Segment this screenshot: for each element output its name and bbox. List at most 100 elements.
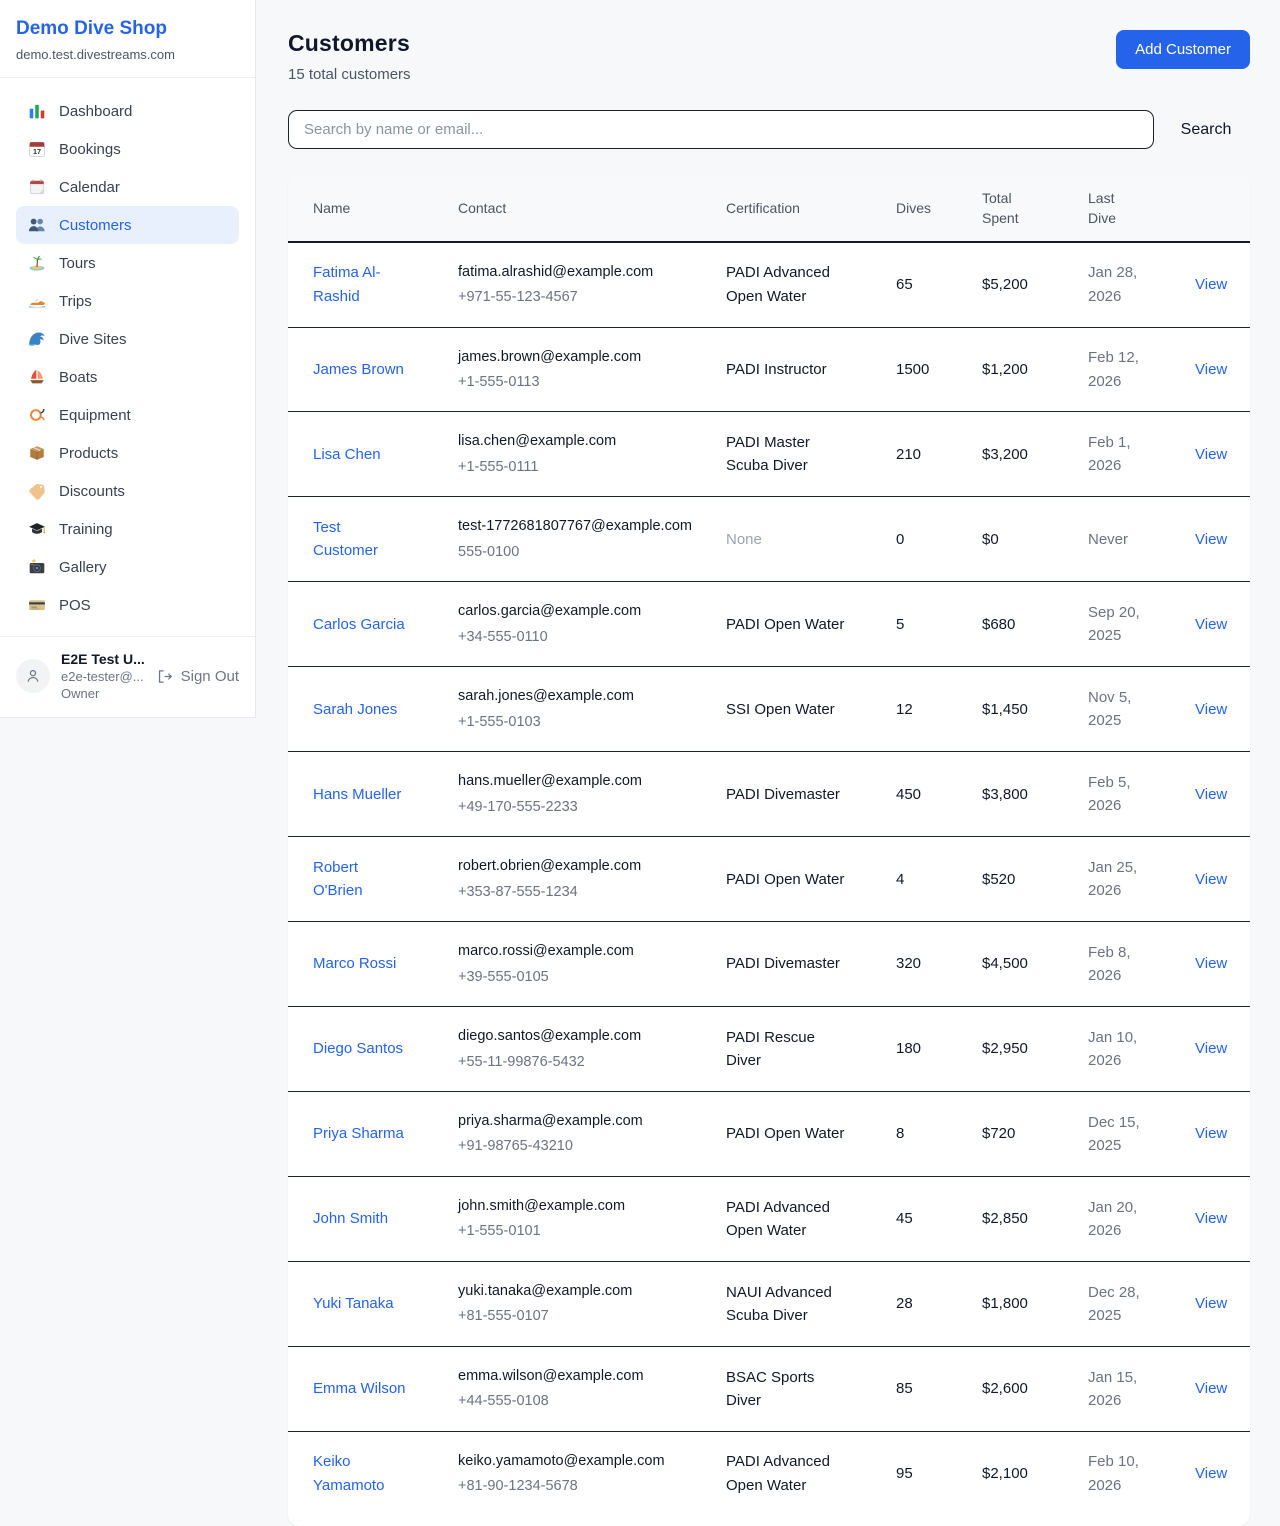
user-info: E2E Test U... e2e-tester@... Owner	[61, 651, 145, 701]
sidebar-item-label: Calendar	[59, 179, 120, 196]
customer-name-link[interactable]: Marco Rossi	[313, 952, 396, 975]
customer-name-link[interactable]: Keiko Yamamoto	[313, 1450, 407, 1497]
customer-name-link[interactable]: Robert O'Brien	[313, 856, 407, 903]
customer-certification: PADI Open Water	[726, 868, 844, 891]
calendar-date-icon: 17	[28, 140, 46, 158]
sidebar-item-products[interactable]: Products	[16, 434, 239, 472]
sidebar-item-pos[interactable]: POS	[16, 586, 239, 624]
customer-last-dive: Jan 25, 2026	[1088, 856, 1146, 903]
customer-dives: 65	[896, 276, 913, 293]
customer-name-link[interactable]: James Brown	[313, 358, 404, 381]
customer-name-link[interactable]: Yuki Tanaka	[313, 1292, 394, 1315]
customer-row: Carlos Garcia carlos.garcia@example.com …	[288, 582, 1250, 667]
customer-row: Marco Rossi marco.rossi@example.com +39-…	[288, 922, 1250, 1007]
customer-email: john.smith@example.com	[458, 1195, 694, 1217]
customer-name-link[interactable]: Sarah Jones	[313, 698, 397, 721]
customer-name-link[interactable]: Carlos Garcia	[313, 613, 405, 636]
sidebar-item-customers[interactable]: Customers	[16, 206, 239, 244]
view-customer-link[interactable]: View	[1195, 361, 1227, 378]
sidebar-item-tours[interactable]: Tours	[16, 244, 239, 282]
view-customer-link[interactable]: View	[1195, 955, 1227, 972]
customer-dives: 450	[896, 786, 921, 803]
table-header-row: Name Contact Certification Dives Total S…	[288, 176, 1250, 242]
sidebar-item-training[interactable]: Training	[16, 510, 239, 548]
customer-last-dive: Feb 10, 2026	[1088, 1450, 1146, 1497]
search-input[interactable]	[288, 110, 1154, 149]
customer-dives: 0	[896, 531, 904, 548]
view-customer-link[interactable]: View	[1195, 531, 1227, 548]
sign-out-button[interactable]: Sign Out	[156, 668, 239, 685]
customer-dives: 8	[896, 1125, 904, 1142]
customer-certification: None	[726, 528, 762, 551]
customer-name-link[interactable]: Diego Santos	[313, 1037, 403, 1060]
view-customer-link[interactable]: View	[1195, 446, 1227, 463]
view-customer-link[interactable]: View	[1195, 871, 1227, 888]
customer-certification: PADI Instructor	[726, 358, 827, 381]
column-header-dives: Dives	[871, 176, 957, 242]
sidebar-item-label: Products	[59, 445, 118, 462]
sidebar-item-equipment[interactable]: Equipment	[16, 396, 239, 434]
view-customer-link[interactable]: View	[1195, 616, 1227, 633]
customer-name-link[interactable]: Lisa Chen	[313, 443, 381, 466]
sidebar-item-discounts[interactable]: Discounts	[16, 472, 239, 510]
customer-email: marco.rossi@example.com	[458, 940, 694, 962]
customer-row: Fatima Al-Rashid fatima.alrashid@example…	[288, 242, 1250, 327]
tag-icon	[28, 482, 46, 500]
customer-dives: 1500	[896, 361, 929, 378]
sidebar-item-dashboard[interactable]: Dashboard	[16, 92, 239, 130]
view-customer-link[interactable]: View	[1195, 1380, 1227, 1397]
customer-certification: PADI Open Water	[726, 613, 844, 636]
sidebar-item-gallery[interactable]: Gallery	[16, 548, 239, 586]
customer-total-spent: $2,950	[982, 1040, 1028, 1057]
sidebar-item-label: Discounts	[59, 483, 125, 500]
customer-email: keiko.yamamoto@example.com	[458, 1450, 694, 1472]
customer-total-spent: $520	[982, 871, 1015, 888]
customer-phone: +44-555-0108	[458, 1390, 701, 1412]
view-customer-link[interactable]: View	[1195, 276, 1227, 293]
customer-total-spent: $4,500	[982, 955, 1028, 972]
customer-dives: 45	[896, 1210, 913, 1227]
customer-phone: +55-11-99876-5432	[458, 1051, 701, 1073]
customer-dives: 95	[896, 1465, 913, 1482]
customer-name-link[interactable]: Emma Wilson	[313, 1377, 406, 1400]
view-customer-link[interactable]: View	[1195, 786, 1227, 803]
customer-name-link[interactable]: John Smith	[313, 1207, 388, 1230]
view-customer-link[interactable]: View	[1195, 1295, 1227, 1312]
sidebar-item-trips[interactable]: Trips	[16, 282, 239, 320]
sidebar-item-label: Bookings	[59, 141, 121, 158]
view-customer-link[interactable]: View	[1195, 1465, 1227, 1482]
sidebar-item-bookings[interactable]: 17 Bookings	[16, 130, 239, 168]
customer-row: John Smith john.smith@example.com +1-555…	[288, 1176, 1250, 1261]
customer-name-link[interactable]: Priya Sharma	[313, 1122, 404, 1145]
customer-name-link[interactable]: Test Customer	[313, 516, 407, 563]
customer-last-dive: Sep 20, 2025	[1088, 601, 1146, 648]
customer-certification: PADI Divemaster	[726, 952, 840, 975]
customer-email: emma.wilson@example.com	[458, 1365, 694, 1387]
speedboat-icon	[28, 292, 46, 310]
view-customer-link[interactable]: View	[1195, 1210, 1227, 1227]
sidebar-item-dive-sites[interactable]: Dive Sites	[16, 320, 239, 358]
sign-out-label: Sign Out	[181, 668, 239, 685]
customer-certification: PADI Rescue Diver	[726, 1026, 848, 1073]
sidebar-item-label: Equipment	[59, 407, 131, 424]
customer-email: robert.obrien@example.com	[458, 855, 694, 877]
customer-row: Priya Sharma priya.sharma@example.com +9…	[288, 1091, 1250, 1176]
customer-dives: 28	[896, 1295, 913, 1312]
sidebar-item-label: Trips	[59, 293, 92, 310]
sidebar-item-boats[interactable]: Boats	[16, 358, 239, 396]
customer-name-link[interactable]: Hans Mueller	[313, 783, 401, 806]
customer-name-link[interactable]: Fatima Al-Rashid	[313, 261, 407, 308]
sidebar-item-calendar[interactable]: Calendar	[16, 168, 239, 206]
view-customer-link[interactable]: View	[1195, 701, 1227, 718]
view-customer-link[interactable]: View	[1195, 1040, 1227, 1057]
view-customer-link[interactable]: View	[1195, 1125, 1227, 1142]
search-button[interactable]: Search	[1162, 121, 1250, 139]
add-customer-button[interactable]: Add Customer	[1116, 30, 1250, 69]
sidebar-item-label: Customers	[59, 217, 132, 234]
bar-chart-icon	[28, 102, 46, 120]
tear-off-calendar-icon	[28, 178, 46, 196]
customer-total-spent: $1,450	[982, 701, 1028, 718]
customer-last-dive: Jan 20, 2026	[1088, 1196, 1146, 1243]
customer-email: yuki.tanaka@example.com	[458, 1280, 694, 1302]
sidebar-item-label: Gallery	[59, 559, 107, 576]
